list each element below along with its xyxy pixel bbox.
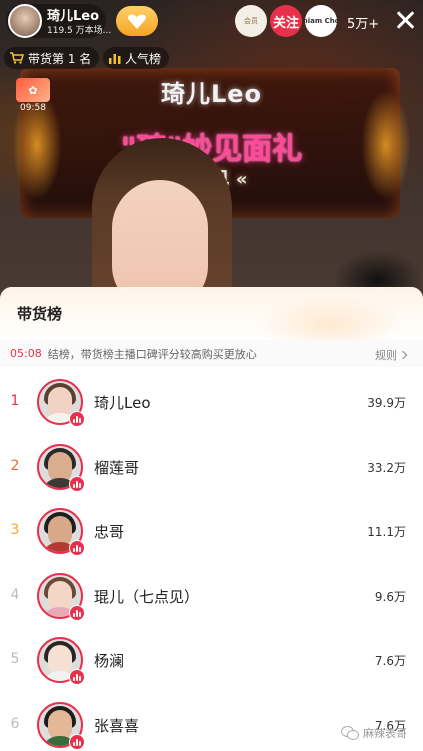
ranking-list: 1 琦儿Leo 39.9万 2 榴莲哥 33.2万 3 忠哥 11.1万 4 琨… xyxy=(0,371,423,751)
heart-icon xyxy=(128,13,146,29)
popularity-badge[interactable]: 人气榜 xyxy=(103,47,170,69)
live-indicator-icon xyxy=(69,540,85,557)
rank-number: 1 xyxy=(10,393,20,409)
live-indicator-icon xyxy=(69,475,85,492)
sales-value: 11.1万 xyxy=(367,525,406,540)
ranking-row[interactable]: 3 忠哥 11.1万 xyxy=(0,500,423,565)
brand-avatar-2[interactable]: Chiam Choo xyxy=(305,5,337,37)
follow-button[interactable]: 关注 xyxy=(270,5,302,37)
sales-rank-badge[interactable]: 带货第 1 名 xyxy=(4,47,100,69)
board-title: 琦儿Leo xyxy=(160,80,263,108)
sheet-header: 带货榜 xyxy=(0,287,423,345)
sales-value: 39.9万 xyxy=(367,396,406,410)
live-indicator-icon xyxy=(69,411,85,427)
wechat-icon xyxy=(341,726,359,740)
streamer-name[interactable]: 杨澜 xyxy=(94,650,124,671)
rules-link[interactable]: 规则 xyxy=(375,347,408,363)
notice-countdown: 05:08 xyxy=(10,347,42,360)
host-name[interactable]: 琦儿Leo xyxy=(47,5,99,24)
ranking-row[interactable]: 2 榴莲哥 33.2万 xyxy=(0,436,423,501)
watermark-text: 麻辣表哥 xyxy=(363,727,407,740)
streamer-face xyxy=(112,180,208,300)
sales-value: 33.2万 xyxy=(367,460,406,475)
ranking-row[interactable]: 1 琦儿Leo 39.9万 xyxy=(0,371,423,436)
event-countdown[interactable]: ✿ 09:58 xyxy=(16,78,50,114)
bar-chart-icon xyxy=(109,52,121,64)
host-avatar[interactable] xyxy=(8,4,42,38)
host-meta: 119.5 万本场... xyxy=(47,26,112,36)
live-video[interactable]: 琦儿Leo "琦"妙见面礼 七点见 « xyxy=(0,0,423,300)
streamer-name[interactable]: 榴莲哥 xyxy=(94,457,139,478)
fan-gift-button[interactable] xyxy=(116,6,158,36)
event-logo-icon: ✿ xyxy=(16,78,50,102)
rules-label: 规则 xyxy=(375,349,397,362)
ranking-row[interactable]: 5 杨澜 7.6万 xyxy=(0,629,423,694)
notice-text: 结榜，带货榜主播口碑评分较高购买更放心 xyxy=(47,347,257,361)
rank-number: 5 xyxy=(10,651,20,668)
popularity-label: 人气榜 xyxy=(125,51,162,66)
rank-number: 4 xyxy=(10,586,20,603)
streamer-name[interactable]: 忠哥 xyxy=(94,521,124,542)
streamer-name[interactable]: 琦儿Leo xyxy=(94,392,151,413)
top-bar: 琦儿Leo 119.5 万本场... 会员 关注 Chiam Choo 5万+ xyxy=(0,0,423,42)
streamer-name[interactable]: 张喜喜 xyxy=(94,715,139,736)
sales-value: 9.6万 xyxy=(374,589,406,604)
sales-rank-label: 带货第 1 名 xyxy=(28,51,92,66)
chevron-right-icon xyxy=(398,350,408,360)
live-indicator-icon xyxy=(69,733,85,750)
rank-number: 2 xyxy=(10,457,20,474)
ranking-notice: 05:08 结榜，带货榜主播口碑评分较高购买更放心 规则 xyxy=(0,340,423,367)
rank-number: 6 xyxy=(10,715,20,732)
rank-number: 3 xyxy=(10,522,20,539)
event-time: 09:58 xyxy=(20,103,46,113)
streamer-name[interactable]: 琨儿（七点见） xyxy=(94,586,199,607)
sales-ranking-sheet: 带货榜 05:08 结榜，带货榜主播口碑评分较高购买更放心 规则 1 琦儿Leo… xyxy=(0,287,423,751)
live-indicator-icon xyxy=(69,604,85,621)
sales-value: 7.6万 xyxy=(374,654,406,669)
header-decoration xyxy=(255,295,405,345)
brand-avatar-1[interactable]: 会员 xyxy=(235,5,267,37)
live-indicator-icon xyxy=(69,669,85,686)
ranking-row[interactable]: 4 琨儿（七点见） 9.6万 xyxy=(0,565,423,630)
watermark: 麻辣表哥 xyxy=(341,723,407,743)
cart-icon xyxy=(10,52,24,64)
viewer-count[interactable]: 5万+ xyxy=(347,13,379,32)
sheet-title: 带货榜 xyxy=(17,305,63,323)
close-icon[interactable] xyxy=(393,8,417,32)
